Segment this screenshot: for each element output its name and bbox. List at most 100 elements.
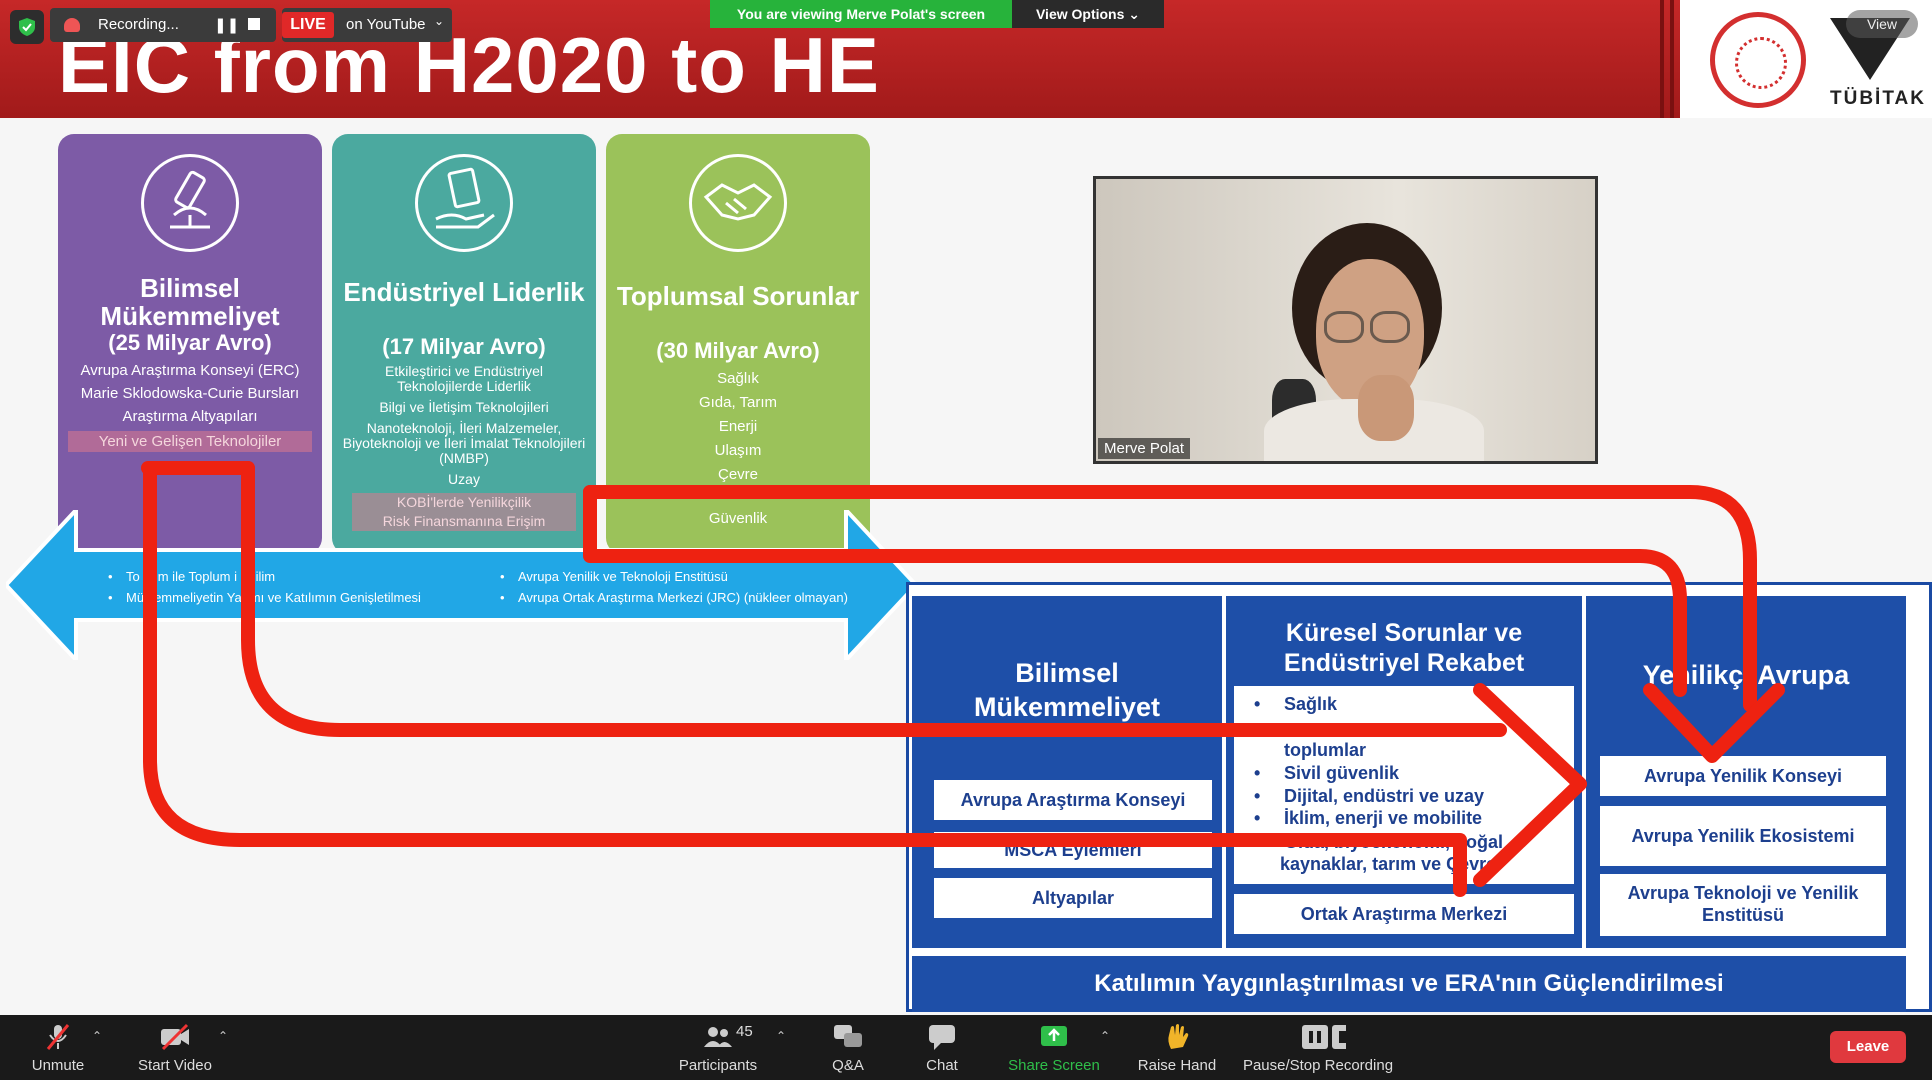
share-screen-icon — [1041, 1026, 1067, 1046]
pillar-item: Ulaşım — [714, 442, 762, 459]
video-glasses — [1324, 311, 1364, 343]
video-person-hand — [1358, 375, 1414, 441]
list-item: toplumlar — [1284, 740, 1367, 760]
bullet: • — [1254, 694, 1261, 714]
recording-indicator[interactable]: Recording... ❚❚ — [50, 8, 276, 42]
unmute-button[interactable]: Unmute — [20, 1015, 96, 1080]
microscope-icon — [141, 154, 239, 252]
meeting-toolbar: Unmute ⌃ Start Video ⌃ 45 Participants ⌃… — [0, 1015, 1932, 1080]
muted-mic-icon — [46, 1024, 70, 1050]
qa-icon — [834, 1025, 862, 1047]
participants-label: Participants — [678, 1057, 758, 1074]
pillar-scientific-excellence: Bilimsel Mükemmeliyet (25 Milyar Avro) A… — [58, 134, 322, 554]
video-off-icon — [161, 1023, 189, 1051]
start-video-button[interactable]: Start Video — [130, 1015, 220, 1080]
pillar-item: Avrupa Araştırma Konseyi (ERC) — [80, 362, 300, 379]
share-screen-label: Share Screen — [1008, 1057, 1100, 1074]
video-options-caret-icon[interactable]: ⌃ — [218, 1029, 228, 1043]
he-column-scientific-excellence: Bilimsel Mükemmeliyet Avrupa Araştırma K… — [912, 596, 1222, 948]
pillar-item: Çevre — [717, 466, 758, 483]
raise-hand-label: Raise Hand — [1137, 1057, 1217, 1074]
he-box: Avrupa Teknoloji ve Yenilik Enstitüsü — [1600, 874, 1886, 936]
cloud-record-icon — [64, 18, 80, 32]
he-box: Avrupa Yenilik Ekosistemi — [1600, 806, 1886, 866]
pillar-item: Araştırma Altyapıları — [122, 408, 258, 425]
cyan-item: Avrupa Yenilik ve Teknoloji Enstitüsü — [500, 566, 848, 587]
cyan-right-list: Avrupa Yenilik ve Teknoloji Enstitüsü Av… — [500, 566, 848, 608]
pillar-title: Endüstriyel Liderlik — [343, 277, 585, 307]
cyan-item: Avrupa Ortak Araştırma Merkezi (JRC) (nü… — [500, 587, 848, 608]
pillar-budget: (25 Milyar Avro) — [108, 330, 272, 355]
chat-icon — [929, 1025, 955, 1050]
security-shield-icon[interactable] — [10, 10, 44, 44]
pause-stop-recording-label: Pause/Stop Recording — [1242, 1057, 1394, 1074]
screen: EIC from H2020 to HE TÜBİTAK Bilimsel Mü… — [0, 0, 1932, 1080]
live-badge: LIVE — [282, 12, 334, 38]
he-column-innovative-europe: Yenilikçi Avrupa Avrupa Yenilik Konseyi … — [1586, 596, 1906, 948]
list-item: Dijital, endüstri ve uzay — [1284, 786, 1485, 806]
view-button[interactable]: View — [1846, 10, 1918, 38]
pause-stop-icon — [1302, 1025, 1346, 1049]
pillar-item: Etkileştirici ve Endüstriyel Teknolojile… — [385, 363, 543, 394]
list-item: kaynaklar, tarım ve Çevre — [1280, 854, 1497, 874]
participant-video-tile[interactable]: Merve Polat — [1093, 176, 1598, 464]
he-box: Avrupa Araştırma Konseyi — [934, 780, 1212, 820]
share-options-caret-icon[interactable]: ⌃ — [1100, 1029, 1110, 1043]
pillar-item: Bilgi ve İletişim Teknolojileri — [379, 399, 549, 415]
pillar-budget: (30 Milyar Avro) — [656, 338, 820, 363]
qa-button[interactable]: Q&A — [818, 1015, 878, 1080]
unmute-label: Unmute — [31, 1057, 85, 1074]
he-column-title: Küresel Sorunlar ve Endüstriyel Rekabet — [1283, 619, 1525, 677]
view-options-button[interactable]: View Options ⌄ — [1012, 0, 1164, 28]
audio-options-caret-icon[interactable]: ⌃ — [92, 1029, 102, 1043]
start-video-label: Start Video — [138, 1057, 212, 1074]
pillar-societal-challenges: Toplumsal Sorunlar (30 Milyar Avro) Sağl… — [606, 134, 870, 554]
pillar-title: Bilimsel Mükemmeliyet — [100, 273, 280, 331]
he-box: Altyapılar — [934, 878, 1212, 918]
he-column-title: Yenilikçi Avrupa — [1642, 660, 1850, 690]
pillar-item: Enerji — [718, 418, 758, 435]
raise-hand-button[interactable]: Raise Hand — [1132, 1015, 1222, 1080]
ministry-seal-icon — [1710, 12, 1806, 108]
list-item: Sağlık — [1284, 694, 1338, 714]
leave-button[interactable]: Leave — [1830, 1031, 1906, 1063]
live-target: on YouTube — [346, 16, 426, 33]
header-stripe — [1670, 0, 1674, 118]
he-box: Avrupa Yenilik Konseyi — [1600, 756, 1886, 796]
cyan-item-2: Müemmeliyetin Yamı ve Katılımın Genişlet… — [108, 587, 421, 608]
he-column-title: Bilimsel Mükemmeliyet — [973, 658, 1161, 722]
view-options-label: View Options — [1035, 6, 1125, 22]
chevron-down-icon: ⌄ — [1128, 6, 1141, 22]
list-item-hidden: Kültür, yaratıcılık ve kapsayıcı — [1284, 717, 1541, 737]
participants-icon — [704, 1027, 732, 1047]
live-stream-indicator[interactable]: LIVE on YouTube ⌄ — [282, 8, 452, 42]
pause-recording-icon[interactable]: ❚❚ — [214, 16, 239, 34]
pillar-title: Toplumsal Sorunlar — [616, 281, 860, 311]
header-stripe — [1660, 0, 1664, 118]
qa-label: Q&A — [832, 1057, 864, 1074]
participants-caret-icon[interactable]: ⌃ — [776, 1029, 786, 1043]
handshake-icon — [689, 154, 787, 252]
participants-button[interactable]: 45 Participants — [668, 1015, 768, 1080]
he-box: Ortak Araştırma Merkezi — [1234, 894, 1574, 934]
pillar-budget: (17 Milyar Avro) — [382, 334, 546, 359]
chat-label: Chat — [926, 1057, 958, 1074]
share-screen-button[interactable]: Share Screen — [1004, 1015, 1104, 1080]
list-item: Gıda, biyoekonomi, doğal — [1284, 832, 1504, 852]
chat-button[interactable]: Chat — [912, 1015, 972, 1080]
pillar-industrial-leadership: Endüstriyel Liderlik (17 Milyar Avro) Et… — [332, 134, 596, 554]
participants-count: 45 — [736, 1023, 753, 1040]
bullet: • — [1254, 763, 1261, 783]
cyan-left-list: Tom ile Toplum iBilim Müemmeliyetin Yamı… — [108, 566, 421, 608]
cyan-item-1: Tom ile Toplum iBilim — [108, 566, 421, 587]
he-box: MSCA Eylemleri — [934, 832, 1212, 868]
pillar-item: Sağlık — [717, 370, 759, 387]
stop-recording-icon[interactable] — [248, 18, 260, 30]
recording-label: Recording... — [98, 16, 179, 33]
list-item: Sivil güvenlik — [1284, 763, 1400, 783]
pause-stop-recording-button[interactable]: Pause/Stop Recording — [1238, 1015, 1398, 1080]
pillar-item-highlighted: Yeni ve Gelişen Teknolojiler — [68, 431, 312, 452]
pillar-item: Gıda, Tarım — [698, 394, 778, 411]
viewing-screen-banner: You are viewing Merve Polat's screen — [710, 0, 1012, 28]
pillar-item: Nanoteknoloji, İleri Malzemeler, Biyotek… — [342, 420, 586, 466]
